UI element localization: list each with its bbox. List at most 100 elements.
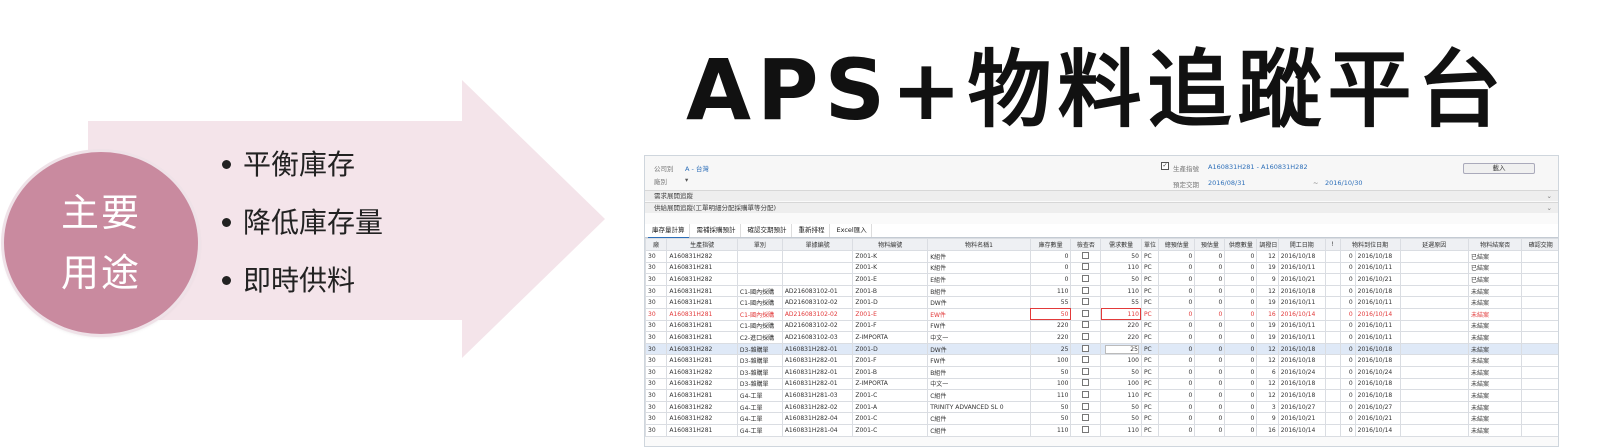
table-cell[interactable]: C1-國內採購 xyxy=(736,307,783,321)
table-cell[interactable] xyxy=(1399,296,1469,309)
check-cell-checkbox[interactable] xyxy=(1082,286,1090,294)
table-cell[interactable]: G4-工單 xyxy=(736,423,783,437)
tab-purchase-forecast[interactable]: 需補採購預計 xyxy=(693,224,741,237)
table-cell[interactable] xyxy=(1521,354,1558,367)
table-cell[interactable]: 2016/10/18 xyxy=(1277,342,1326,356)
table-cell[interactable] xyxy=(1324,377,1341,391)
table-cell[interactable]: 110 xyxy=(1100,423,1142,437)
table-cell[interactable]: 0 xyxy=(1224,354,1258,367)
table-cell[interactable]: 0 xyxy=(1194,412,1226,425)
table-cell[interactable]: PC xyxy=(1140,423,1160,437)
table-cell[interactable] xyxy=(1399,389,1469,402)
table-cell[interactable]: B組件 xyxy=(927,284,1031,298)
table-cell[interactable]: 0 xyxy=(1158,389,1196,402)
table-cell[interactable] xyxy=(1399,250,1469,263)
table-cell[interactable] xyxy=(1521,389,1558,402)
table-cell[interactable]: 未結案 xyxy=(1467,412,1523,425)
table-cell[interactable] xyxy=(1324,296,1341,309)
check-cell-checkbox[interactable] xyxy=(1082,379,1090,387)
table-row[interactable]: 30 A160831H282 G4-工單 A160831H282-02 Z001-A TR… xyxy=(645,400,1558,414)
table-cell[interactable]: 0 xyxy=(1339,307,1356,321)
column-header[interactable]: 物料到位日期 xyxy=(1339,238,1401,251)
table-cell[interactable]: 2016/10/11 xyxy=(1354,296,1401,309)
table-cell[interactable]: 0 xyxy=(1194,273,1226,286)
table-cell[interactable]: 30 xyxy=(645,400,668,414)
order-checkbox[interactable]: ✓ xyxy=(1161,162,1169,170)
table-cell[interactable]: K組件 xyxy=(927,261,1031,275)
table-cell[interactable] xyxy=(1324,331,1341,344)
table-cell[interactable]: 30 xyxy=(645,412,668,425)
table-cell[interactable]: D3-雜購單 xyxy=(736,354,783,367)
table-cell[interactable]: 0 xyxy=(1158,377,1196,391)
table-cell[interactable] xyxy=(736,250,783,263)
table-cell[interactable]: 12 xyxy=(1256,354,1279,367)
table-cell[interactable]: 0 xyxy=(1224,423,1258,437)
table-cell[interactable]: A160831H282 xyxy=(666,400,738,414)
table-cell[interactable]: K組件 xyxy=(927,250,1031,263)
table-cell[interactable]: Z-IMPORTA xyxy=(852,331,929,344)
table-cell[interactable] xyxy=(1521,319,1558,333)
table-cell[interactable]: 0 xyxy=(1194,250,1226,263)
table-cell[interactable]: 0 xyxy=(1194,377,1226,391)
table-cell[interactable]: 0 xyxy=(1194,389,1226,402)
table-row[interactable]: 30 A160831H282 D3-雜購單 A160831H282-01 Z001-D D… xyxy=(645,342,1558,356)
table-cell[interactable]: PC xyxy=(1140,319,1160,333)
table-cell[interactable]: 30 xyxy=(645,354,668,367)
table-cell[interactable]: 0 xyxy=(1224,250,1258,263)
table-cell[interactable]: 0 xyxy=(1029,250,1072,263)
table-cell[interactable]: Z001-C xyxy=(852,423,929,437)
table-cell[interactable]: 110 xyxy=(1100,307,1142,321)
table-cell[interactable]: Z001-E xyxy=(852,273,929,286)
table-cell[interactable]: PC xyxy=(1140,365,1160,379)
table-cell[interactable]: 2016/10/11 xyxy=(1277,296,1326,309)
check-cell-checkbox[interactable] xyxy=(1082,274,1090,282)
table-cell[interactable]: 100 xyxy=(1100,377,1142,391)
table-cell[interactable]: 50 xyxy=(1029,412,1072,425)
table-cell[interactable] xyxy=(1399,307,1469,321)
table-cell[interactable]: PC xyxy=(1140,400,1160,414)
table-cell[interactable]: 2016/10/14 xyxy=(1277,423,1326,437)
table-cell[interactable]: E組件 xyxy=(927,273,1031,286)
table-cell[interactable]: 未結案 xyxy=(1467,354,1523,367)
table-cell[interactable]: 220 xyxy=(1029,319,1072,333)
table-cell[interactable]: 0 xyxy=(1339,423,1356,437)
table-cell[interactable]: AD216083102-02 xyxy=(781,307,854,321)
table-cell[interactable]: PC xyxy=(1140,261,1160,275)
table-cell[interactable]: 未結案 xyxy=(1467,423,1523,437)
column-header[interactable]: 單據編號 xyxy=(781,238,854,251)
table-cell[interactable]: 50 xyxy=(1029,400,1072,414)
import-button[interactable]: 載入 xyxy=(1463,163,1535,174)
column-header[interactable]: 單位 xyxy=(1140,238,1160,251)
tab-inventory-calc[interactable]: 庫存量計算 xyxy=(648,224,690,239)
table-cell[interactable]: D3-雜購單 xyxy=(736,365,783,379)
table-cell[interactable]: A160831H281 xyxy=(666,307,738,321)
table-cell[interactable]: 0 xyxy=(1158,342,1196,356)
table-cell[interactable]: A160831H281 xyxy=(666,319,738,333)
table-cell[interactable]: 未結案 xyxy=(1467,342,1523,356)
table-row[interactable]: 30 A160831H281 C1-國內採購 AD216083102-02 Z001-D… xyxy=(645,296,1558,309)
check-cell-checkbox[interactable] xyxy=(1082,425,1090,433)
table-cell[interactable]: 19 xyxy=(1256,261,1279,275)
table-cell[interactable]: 30 xyxy=(645,296,668,309)
table-cell[interactable]: 110 xyxy=(1100,389,1142,402)
table-cell[interactable]: 0 xyxy=(1224,296,1258,309)
column-header[interactable]: 物料結案否 xyxy=(1467,238,1523,251)
table-cell[interactable] xyxy=(1324,389,1341,402)
table-cell[interactable]: 0 xyxy=(1339,261,1356,275)
table-cell[interactable] xyxy=(1070,284,1102,298)
table-cell[interactable]: C組件 xyxy=(927,423,1031,437)
table-cell[interactable] xyxy=(1070,342,1102,356)
table-cell[interactable]: 0 xyxy=(1158,296,1196,309)
table-cell[interactable]: TRINITY ADVANCED SL 0 xyxy=(927,400,1031,414)
table-cell[interactable]: PC xyxy=(1140,389,1160,402)
table-cell[interactable]: 9 xyxy=(1256,273,1279,286)
table-cell[interactable] xyxy=(1399,342,1469,356)
table-cell[interactable]: 0 xyxy=(1339,250,1356,263)
table-row[interactable]: 30 A160831H281 D3-雜購單 A160831H282-01 Z001-F F… xyxy=(645,354,1558,367)
table-cell[interactable] xyxy=(1399,423,1469,437)
table-cell[interactable]: 0 xyxy=(1194,423,1226,437)
table-cell[interactable]: 2016/10/24 xyxy=(1277,365,1326,379)
table-cell[interactable]: 0 xyxy=(1339,296,1356,309)
table-cell[interactable]: PC xyxy=(1140,342,1160,356)
table-cell[interactable]: Z001-B xyxy=(852,284,929,298)
